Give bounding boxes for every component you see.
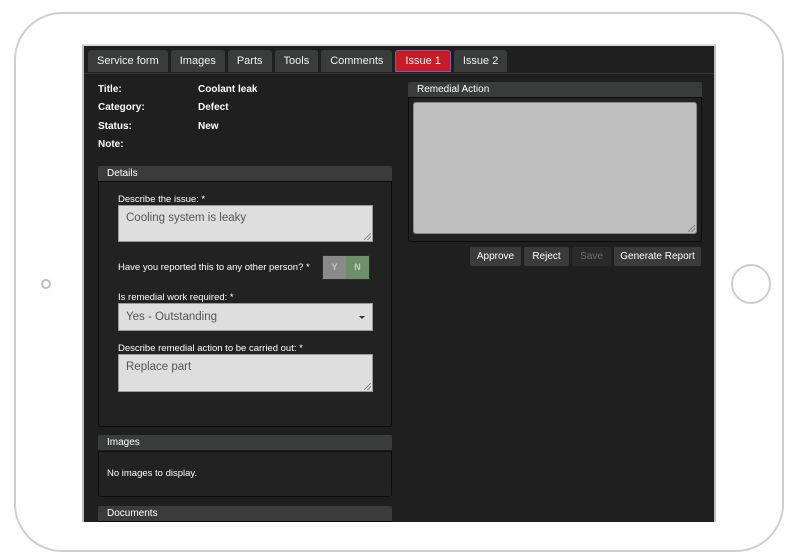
info-row-note: Note: bbox=[98, 139, 257, 157]
info-row-category: Category: Defect bbox=[98, 102, 257, 120]
tab-images[interactable]: Images bbox=[170, 50, 225, 72]
remedial-action-display[interactable] bbox=[413, 102, 697, 234]
describe-issue-value: Cooling system is leaky bbox=[126, 212, 247, 224]
details-heading: Details bbox=[98, 166, 392, 181]
tab-tools[interactable]: Tools bbox=[274, 50, 319, 72]
tab-parts[interactable]: Parts bbox=[227, 50, 272, 72]
info-row-status: Status: New bbox=[98, 121, 257, 139]
remedial-action-label: Describe remedial action to be carried o… bbox=[118, 343, 303, 354]
resize-grip-icon[interactable] bbox=[364, 233, 371, 240]
documents-heading: Documents bbox=[98, 506, 392, 521]
remedial-action-heading: Remedial Action bbox=[408, 82, 702, 97]
describe-issue-label: Describe the issue: * bbox=[118, 194, 206, 205]
describe-issue-textarea[interactable]: Cooling system is leaky bbox=[118, 205, 373, 242]
save-button[interactable]: Save bbox=[572, 247, 611, 266]
remedial-action-panel bbox=[408, 97, 702, 242]
images-heading: Images bbox=[98, 435, 392, 450]
approve-button[interactable]: Approve bbox=[470, 247, 521, 266]
home-button[interactable] bbox=[731, 264, 771, 304]
tab-comments[interactable]: Comments bbox=[321, 50, 393, 72]
chevron-down-icon bbox=[359, 316, 365, 319]
category-label: Category: bbox=[98, 102, 145, 114]
remedial-action-value: Replace part bbox=[126, 361, 192, 373]
app-screen: Service form Images Parts Tools Comments… bbox=[82, 44, 716, 522]
remedial-action-textarea[interactable]: Replace part bbox=[118, 354, 373, 392]
resize-grip-icon[interactable] bbox=[364, 383, 371, 390]
tab-issue-1[interactable]: Issue 1 bbox=[395, 50, 451, 72]
remedial-required-select[interactable]: Yes - Outstanding bbox=[118, 303, 373, 331]
status-value: New bbox=[198, 120, 219, 132]
tab-bar: Service form Images Parts Tools Comments… bbox=[84, 46, 714, 74]
reported-yes-button[interactable]: Y bbox=[323, 256, 346, 279]
note-label: Note: bbox=[98, 138, 124, 150]
images-panel: No images to display. bbox=[98, 451, 392, 497]
no-images-text: No images to display. bbox=[107, 468, 198, 479]
generate-report-button[interactable]: Generate Report bbox=[614, 247, 701, 266]
remedial-required-value: Yes - Outstanding bbox=[126, 311, 217, 323]
status-label: Status: bbox=[98, 120, 132, 132]
category-value: Defect bbox=[198, 102, 229, 114]
info-row-title: Title: Coolant leak bbox=[98, 84, 257, 102]
camera-icon bbox=[41, 279, 51, 289]
reported-toggle: Y N bbox=[322, 255, 370, 280]
title-label: Title: bbox=[98, 84, 122, 95]
tab-issue-2[interactable]: Issue 2 bbox=[453, 50, 508, 72]
tab-service-form[interactable]: Service form bbox=[88, 50, 168, 72]
reported-no-button[interactable]: N bbox=[346, 256, 369, 279]
resize-grip-icon[interactable] bbox=[688, 225, 695, 232]
remedial-required-label: Is remedial work required: * bbox=[118, 292, 234, 303]
issue-info: Title: Coolant leak Category: Defect Sta… bbox=[98, 84, 257, 157]
reported-label: Have you reported this to any other pers… bbox=[118, 262, 310, 273]
title-value: Coolant leak bbox=[198, 84, 258, 95]
reject-button[interactable]: Reject bbox=[524, 247, 569, 266]
